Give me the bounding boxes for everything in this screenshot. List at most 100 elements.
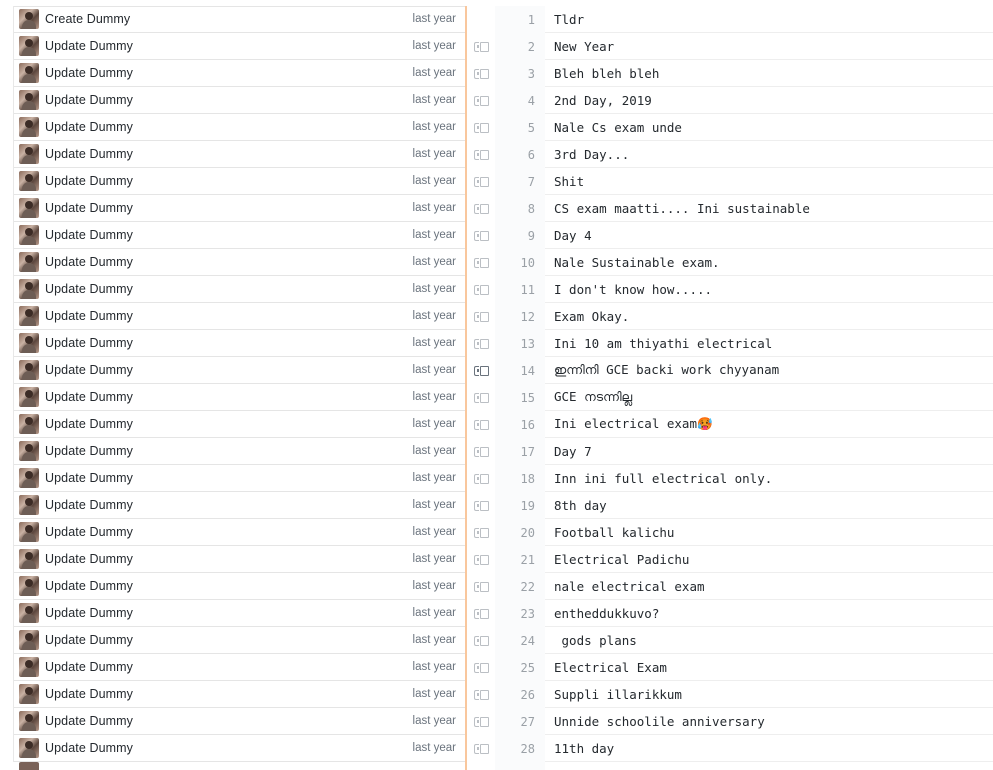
reblame-cell[interactable] [465,573,495,600]
reblame-cell[interactable] [465,168,495,195]
avatar[interactable] [19,414,39,434]
line-number[interactable]: 8 [495,195,545,222]
reblame-icon[interactable] [474,95,489,106]
reblame-cell[interactable] [465,222,495,249]
reblame-icon[interactable] [474,662,489,673]
line-number[interactable]: 10 [495,249,545,276]
commit-cell[interactable]: Update Dummy last year [14,465,465,492]
avatar[interactable] [19,522,39,542]
commit-cell[interactable]: Update Dummy last year [14,357,465,384]
line-number[interactable]: 1 [495,6,545,33]
commit-cell[interactable]: Update Dummy last year [14,222,465,249]
commit-message-link[interactable]: Update Dummy [45,471,133,485]
reblame-cell[interactable] [465,438,495,465]
commit-message-link[interactable]: Update Dummy [45,390,133,404]
commit-message-link[interactable]: Update Dummy [45,147,133,161]
commit-cell[interactable]: Update Dummy last year [14,438,465,465]
reblame-icon[interactable] [474,689,489,700]
avatar[interactable] [19,9,39,29]
avatar[interactable] [19,657,39,677]
reblame-icon[interactable] [474,554,489,565]
reblame-icon[interactable] [474,527,489,538]
reblame-cell[interactable] [465,195,495,222]
reblame-icon[interactable] [474,608,489,619]
avatar[interactable] [19,441,39,461]
reblame-cell[interactable] [465,708,495,735]
line-number[interactable]: 9 [495,222,545,249]
commit-cell[interactable]: Update Dummy last year [14,492,465,519]
commit-cell[interactable]: Update Dummy last year [14,681,465,708]
line-number[interactable]: 5 [495,114,545,141]
commit-message-link[interactable]: Update Dummy [45,120,133,134]
reblame-icon[interactable] [474,716,489,727]
line-number[interactable]: 15 [495,384,545,411]
reblame-cell[interactable] [465,33,495,60]
reblame-icon[interactable] [474,122,489,133]
reblame-icon[interactable] [474,500,489,511]
line-number[interactable]: 14 [495,357,545,384]
reblame-icon[interactable] [474,581,489,592]
reblame-cell[interactable] [465,519,495,546]
avatar[interactable] [19,171,39,191]
commit-message-link[interactable]: Update Dummy [45,444,133,458]
reblame-cell[interactable] [465,276,495,303]
commit-cell[interactable]: Update Dummy last year [14,573,465,600]
reblame-cell[interactable] [465,411,495,438]
line-number[interactable]: 26 [495,681,545,708]
avatar[interactable] [19,198,39,218]
commit-cell[interactable]: Update Dummy last year [14,600,465,627]
commit-cell[interactable]: Update Dummy last year [14,141,465,168]
reblame-icon[interactable] [474,176,489,187]
avatar[interactable] [19,603,39,623]
line-number[interactable]: 18 [495,465,545,492]
avatar[interactable] [19,252,39,272]
line-number[interactable]: 23 [495,600,545,627]
avatar[interactable] [19,684,39,704]
avatar[interactable] [19,468,39,488]
commit-message-link[interactable]: Update Dummy [45,39,133,53]
line-number[interactable]: 4 [495,87,545,114]
reblame-cell[interactable] [465,303,495,330]
commit-cell[interactable]: Update Dummy last year [14,276,465,303]
commit-message-link[interactable]: Update Dummy [45,66,133,80]
commit-cell[interactable]: Update Dummy last year [14,33,465,60]
line-number[interactable]: 25 [495,654,545,681]
avatar[interactable] [19,90,39,110]
avatar[interactable] [19,63,39,83]
avatar[interactable] [19,549,39,569]
commit-cell[interactable]: Update Dummy last year [14,87,465,114]
commit-message-link[interactable]: Update Dummy [45,552,133,566]
commit-message-link[interactable]: Update Dummy [45,255,133,269]
commit-message-link[interactable]: Update Dummy [45,660,133,674]
reblame-cell[interactable] [465,357,495,384]
line-number[interactable]: 24 [495,627,545,654]
commit-cell[interactable]: Update Dummy last year [14,708,465,735]
line-number[interactable]: 16 [495,411,545,438]
commit-cell[interactable]: Update Dummy last year [14,735,465,762]
commit-message-link[interactable]: Create Dummy [45,12,130,26]
commit-message-link[interactable]: Update Dummy [45,714,133,728]
line-number[interactable]: 28 [495,735,545,762]
reblame-icon[interactable] [474,149,489,160]
avatar[interactable] [19,279,39,299]
avatar[interactable] [19,225,39,245]
reblame-cell[interactable] [465,465,495,492]
reblame-cell[interactable] [465,141,495,168]
reblame-icon[interactable] [474,365,489,376]
commit-message-link[interactable]: Update Dummy [45,606,133,620]
commit-message-link[interactable]: Update Dummy [45,741,133,755]
commit-cell[interactable]: Update Dummy last year [14,303,465,330]
commit-cell[interactable]: Update Dummy last year [14,654,465,681]
reblame-icon[interactable] [474,392,489,403]
reblame-icon[interactable] [474,284,489,295]
avatar[interactable] [19,738,39,758]
commit-message-link[interactable]: Update Dummy [45,174,133,188]
avatar[interactable] [19,630,39,650]
reblame-cell[interactable] [465,492,495,519]
commit-message-link[interactable]: Update Dummy [45,228,133,242]
commit-message-link[interactable]: Update Dummy [45,201,133,215]
reblame-icon[interactable] [474,257,489,268]
commit-cell[interactable]: Update Dummy last year [14,627,465,654]
commit-message-link[interactable]: Update Dummy [45,363,133,377]
commit-message-link[interactable]: Update Dummy [45,93,133,107]
